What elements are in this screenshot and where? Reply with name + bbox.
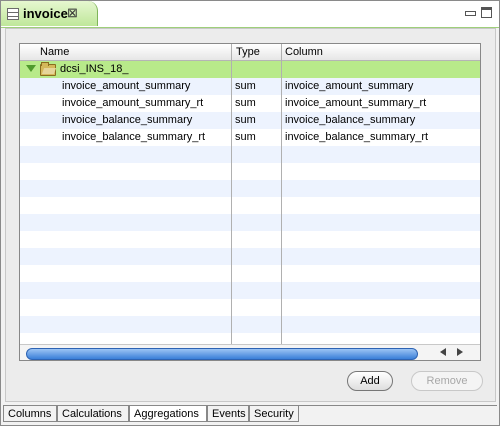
horizontal-scrollbar[interactable]	[20, 344, 480, 360]
maximize-icon[interactable]	[481, 7, 492, 18]
cell-column: invoice_balance_summary_rt	[285, 131, 429, 143]
cell-column: invoice_balance_summary	[285, 114, 416, 126]
column-header-column[interactable]: Column	[285, 46, 323, 58]
aggregations-panel: Name Type Column dcsi_INS_18_ invoice_am…	[5, 28, 496, 402]
empty-row	[20, 163, 480, 180]
tab-security[interactable]: Security	[249, 406, 299, 422]
close-icon[interactable]: ⊠	[67, 5, 78, 21]
empty-row	[20, 265, 480, 282]
table-row[interactable]: invoice_balance_summary_rt sum invoice_b…	[20, 129, 480, 146]
column-header-type[interactable]: Type	[236, 46, 260, 58]
aggregations-table: Name Type Column dcsi_INS_18_ invoice_am…	[19, 43, 481, 361]
empty-row	[20, 299, 480, 316]
remove-button[interactable]: Remove	[411, 371, 483, 391]
tab-events[interactable]: Events	[207, 406, 249, 422]
column-divider[interactable]	[231, 44, 232, 344]
editor-tab-bar: invoice ⊠	[1, 1, 499, 28]
minimize-icon[interactable]	[465, 11, 476, 16]
scroll-left-arrow-icon[interactable]	[440, 348, 446, 356]
empty-row	[20, 282, 480, 299]
cell-type: sum	[235, 131, 256, 143]
expand-triangle-icon[interactable]	[26, 65, 36, 72]
column-divider[interactable]	[281, 44, 282, 344]
editor-tab-invoice[interactable]: invoice ⊠	[1, 1, 98, 26]
cell-column: invoice_amount_summary_rt	[285, 97, 427, 109]
scroll-right-arrow-icon[interactable]	[457, 348, 463, 356]
cell-name: invoice_balance_summary_rt	[62, 131, 206, 143]
empty-row	[20, 316, 480, 333]
table-row[interactable]: invoice_amount_summary sum invoice_amoun…	[20, 78, 480, 95]
folder-open-icon	[40, 62, 56, 76]
empty-row	[20, 180, 480, 197]
cell-name: invoice_balance_summary	[62, 114, 193, 126]
empty-row	[20, 231, 480, 248]
tab-calculations[interactable]: Calculations	[57, 406, 129, 422]
table-body: dcsi_INS_18_ invoice_amount_summary sum …	[20, 61, 480, 350]
table-row[interactable]: invoice_balance_summary sum invoice_bala…	[20, 112, 480, 129]
empty-row	[20, 248, 480, 265]
cell-name: invoice_amount_summary	[62, 80, 191, 92]
group-label: dcsi_INS_18_	[60, 63, 129, 75]
table-header: Name Type Column	[20, 44, 480, 61]
cell-type: sum	[235, 80, 256, 92]
empty-row	[20, 214, 480, 231]
cell-type: sum	[235, 114, 256, 126]
tree-group-row[interactable]: dcsi_INS_18_	[20, 61, 480, 78]
cell-type: sum	[235, 97, 256, 109]
editor-window: invoice ⊠ Name Type Column dcsi_INS_18_	[0, 0, 500, 426]
column-header-name[interactable]: Name	[40, 46, 69, 58]
editor-tab-title: invoice	[23, 6, 68, 21]
scrollbar-thumb[interactable]	[26, 348, 418, 360]
table-icon	[7, 8, 19, 20]
tab-columns[interactable]: Columns	[3, 406, 57, 422]
editor-page-tabs: Columns Calculations Aggregations Events…	[3, 405, 497, 423]
add-button[interactable]: Add	[347, 371, 393, 391]
empty-row	[20, 146, 480, 163]
cell-column: invoice_amount_summary	[285, 80, 414, 92]
empty-row	[20, 197, 480, 214]
tab-aggregations[interactable]: Aggregations	[129, 406, 207, 422]
cell-name: invoice_amount_summary_rt	[62, 97, 204, 109]
table-row[interactable]: invoice_amount_summary_rt sum invoice_am…	[20, 95, 480, 112]
